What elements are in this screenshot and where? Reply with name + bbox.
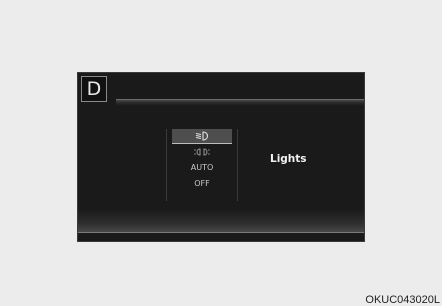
bottom-divider: [78, 209, 364, 233]
gear-indicator: D: [81, 76, 107, 102]
position-lamp-icon: [194, 147, 210, 156]
menu-item-auto[interactable]: AUTO: [172, 161, 232, 175]
low-beam-headlamp-icon: [195, 130, 209, 141]
cluster-display: D AUTO OFF Lights: [77, 72, 365, 242]
lights-menu: AUTO OFF: [166, 129, 238, 201]
menu-item-position-lamp[interactable]: [172, 145, 232, 159]
top-divider: [116, 99, 364, 106]
menu-title: Lights: [270, 153, 307, 165]
figure-code: OKUC043020L: [365, 294, 440, 306]
menu-item-off[interactable]: OFF: [172, 177, 232, 191]
menu-item-low-beam[interactable]: [172, 129, 232, 144]
